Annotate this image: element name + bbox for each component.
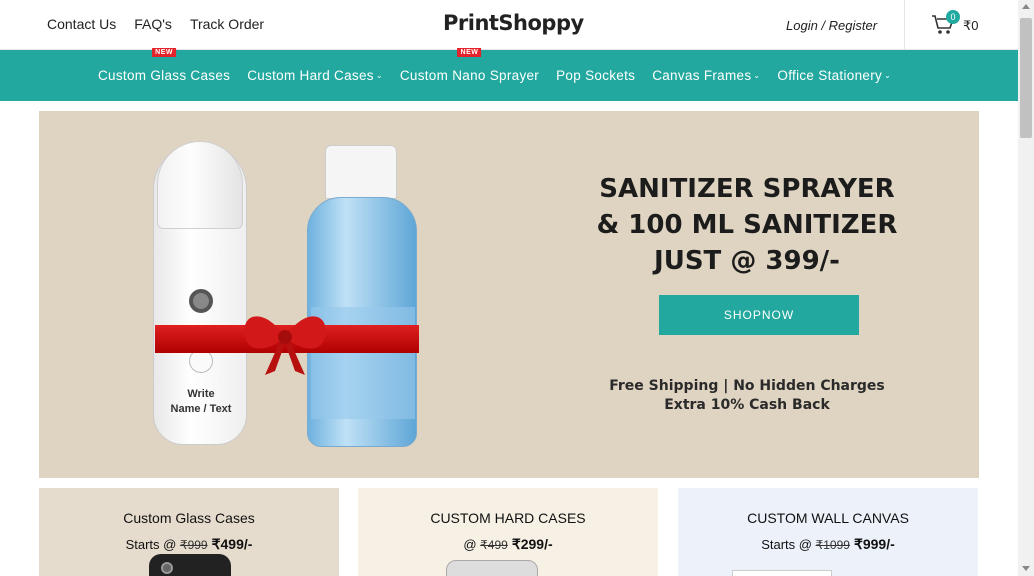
card-price: @ ₹499 ₹299/-	[358, 536, 658, 553]
contact-us-link[interactable]: Contact Us	[47, 16, 116, 32]
card-title: CUSTOM WALL CANVAS	[747, 510, 909, 526]
price-prefix: @	[463, 537, 477, 552]
chevron-down-icon: ⌄	[375, 71, 383, 80]
faq-link[interactable]: FAQ's	[134, 16, 172, 32]
card-title: CUSTOM HARD CASES	[430, 510, 586, 526]
sprayer-text-line-2: Name / Text	[170, 403, 232, 415]
wall-canvas-image	[732, 570, 832, 576]
top-header: Contact Us FAQ's Track Order PrintShoppy…	[0, 0, 1018, 50]
headline-line-2: & 100 ML SANITIZER	[596, 210, 898, 240]
nav-item-label: Office Stationery	[777, 68, 883, 83]
current-price: ₹999/-	[853, 536, 895, 552]
nav-item-canvas-frames[interactable]: Canvas Frames ⌄	[652, 68, 760, 83]
camera-icon	[161, 562, 173, 574]
nav-item-pop-sockets[interactable]: Pop Sockets	[556, 68, 635, 83]
old-price: ₹499	[480, 538, 508, 552]
nav-item-custom-glass-cases[interactable]: NEW Custom Glass Cases	[98, 48, 231, 83]
header-divider	[904, 0, 905, 50]
price-prefix: Starts @	[125, 537, 177, 552]
nav-item-label: Custom Hard Cases	[247, 68, 374, 83]
hard-case-image	[446, 560, 538, 576]
page: Contact Us FAQ's Track Order PrintShoppy…	[0, 0, 1034, 576]
sprayer-text-line-1: Write	[187, 388, 215, 400]
chevron-down-icon: ⌄	[753, 71, 761, 80]
nav-item-custom-hard-cases[interactable]: Custom Hard Cases ⌄	[247, 68, 383, 83]
cart-total[interactable]: ₹0	[963, 18, 979, 34]
nav-item-office-stationery[interactable]: Office Stationery ⌄	[777, 68, 891, 83]
track-order-link[interactable]: Track Order	[190, 16, 264, 32]
card-price: Starts @ ₹1099 ₹999/-	[678, 536, 978, 553]
bow-icon	[244, 316, 326, 375]
category-card-hard-cases[interactable]: CUSTOM HARD CASES @ ₹499 ₹299/-	[358, 488, 658, 576]
chevron-down-icon: ⌄	[884, 71, 892, 80]
scroll-up-arrow-icon[interactable]	[1022, 4, 1030, 9]
nav-item-label: Canvas Frames	[652, 68, 752, 83]
nav-item-label: Custom Glass Cases	[98, 68, 231, 83]
site-logo[interactable]: PrintShoppy	[443, 11, 584, 35]
scrollbar-thumb[interactable]	[1020, 18, 1032, 138]
main-nav: NEW Custom Glass Cases Custom Hard Cases…	[0, 48, 1018, 101]
old-price: ₹1099	[815, 538, 850, 552]
scroll-down-arrow-icon[interactable]	[1022, 566, 1030, 571]
sprayer-nozzle	[189, 289, 213, 313]
hero-banner[interactable]: Write Name / Text SANITIZER SPRAYER & 10…	[39, 111, 979, 478]
new-badge: NEW	[457, 48, 482, 57]
shop-now-button[interactable]: SHOPNOW	[659, 295, 859, 335]
subtext-line-2: Extra 10% Cash Back	[664, 397, 830, 413]
login-register-link[interactable]: Login / Register	[786, 18, 877, 33]
current-price: ₹299/-	[511, 536, 553, 552]
category-card-glass-cases[interactable]: Custom Glass Cases Starts @ ₹999 ₹499/-	[39, 488, 339, 576]
headline-line-1: SANITIZER SPRAYER	[599, 174, 895, 204]
glass-case-image	[149, 554, 231, 576]
category-card-wall-canvas[interactable]: CUSTOM WALL CANVAS Starts @ ₹1099 ₹999/-	[678, 488, 978, 576]
bottle-cap	[325, 145, 397, 199]
sprayer-cap	[157, 141, 243, 229]
banner-headline: SANITIZER SPRAYER & 100 ML SANITIZER JUS…	[587, 171, 907, 279]
sprayer-print-text: Write Name / Text	[161, 387, 241, 417]
cart-count-badge: 0	[946, 10, 960, 24]
current-price: ₹499/-	[211, 536, 253, 552]
new-badge: NEW	[152, 48, 177, 57]
nav-item-label: Custom Nano Sprayer	[399, 68, 540, 83]
nav-item-label: Pop Sockets	[556, 68, 636, 83]
subtext-line-1: Free Shipping | No Hidden Charges	[609, 378, 885, 394]
card-title: Custom Glass Cases	[123, 510, 255, 526]
top-links: Contact Us FAQ's Track Order	[47, 16, 264, 32]
old-price: ₹999	[179, 538, 208, 552]
nav-items: NEW Custom Glass Cases Custom Hard Cases…	[98, 48, 908, 101]
price-prefix: Starts @	[761, 537, 812, 552]
banner-subtext: Free Shipping | No Hidden Charges Extra …	[587, 377, 907, 415]
card-price: Starts @ ₹999 ₹499/-	[39, 536, 339, 553]
nav-item-custom-nano-sprayer[interactable]: NEW Custom Nano Sprayer	[399, 48, 540, 83]
headline-line-3: JUST @ 399/-	[654, 246, 840, 276]
